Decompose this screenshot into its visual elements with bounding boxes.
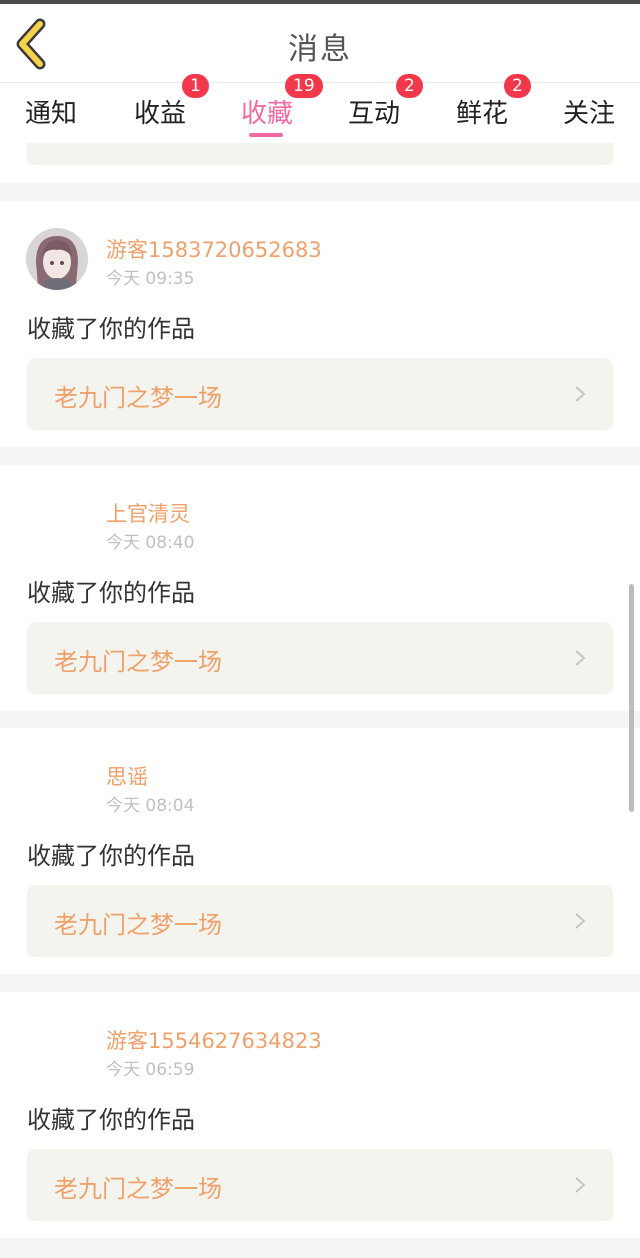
action-text: 收藏了你的作品: [27, 315, 195, 343]
timestamp: 今天 09:35: [106, 269, 195, 289]
work-title: 老九门之梦一场: [54, 384, 222, 412]
user-avatar-image: [26, 228, 88, 290]
message-card: 思谣 今天 08:04 收藏了你的作品 老九门之梦一场: [0, 728, 640, 974]
chevron-right-icon: [575, 650, 586, 666]
username[interactable]: 上官清灵: [106, 498, 190, 528]
tab-earnings[interactable]: 收益: [134, 93, 186, 130]
work-title: 老九门之梦一场: [54, 911, 222, 939]
work-link[interactable]: 老九门之梦一场: [27, 358, 613, 430]
tab-flowers[interactable]: 鲜花: [456, 93, 508, 130]
username[interactable]: 游客1554627634823: [106, 1025, 322, 1055]
action-text: 收藏了你的作品: [27, 579, 195, 607]
avatar[interactable]: [26, 1019, 88, 1081]
flowers-badge: 2: [504, 74, 531, 98]
message-card: 游客1583720652683 今天 09:35 收藏了你的作品 老九门之梦一场: [0, 201, 640, 447]
tab-bar: 通知 收益 收藏 互动 鲜花 关注 1 19 2 2: [0, 74, 640, 143]
chevron-right-icon: [575, 913, 586, 929]
username[interactable]: 思谣: [106, 761, 148, 791]
header-bar: 消息: [0, 4, 640, 83]
chevron-right-icon: [575, 386, 586, 402]
earnings-badge: 1: [182, 74, 209, 98]
tab-favorites[interactable]: 收藏: [241, 93, 293, 130]
timestamp: 今天 08:40: [106, 533, 195, 553]
active-tab-indicator: [249, 133, 283, 137]
previous-message-card-tail: [0, 143, 640, 183]
chevron-right-icon: [575, 1177, 586, 1193]
avatar[interactable]: [26, 228, 88, 290]
tab-interactions[interactable]: 互动: [348, 93, 400, 130]
message-card: 游客1554627634823 今天 06:59 收藏了你的作品 老九门之梦一场: [0, 992, 640, 1238]
work-title: 老九门之梦一场: [54, 1175, 222, 1203]
timestamp: 今天 08:04: [106, 796, 195, 816]
avatar[interactable]: [26, 755, 88, 817]
message-card: 上官清灵 今天 08:40 收藏了你的作品 老九门之梦一场: [0, 465, 640, 711]
tab-follows[interactable]: 关注: [563, 93, 615, 130]
scrollbar[interactable]: [629, 584, 634, 812]
avatar[interactable]: [26, 492, 88, 554]
work-link[interactable]: 老九门之梦一场: [27, 622, 613, 694]
work-link[interactable]: 老九门之梦一场: [27, 885, 613, 957]
work-title: 老九门之梦一场: [54, 648, 222, 676]
username[interactable]: 游客1583720652683: [106, 234, 322, 264]
action-text: 收藏了你的作品: [27, 1106, 195, 1134]
work-link[interactable]: 老九门之梦一场: [27, 1149, 613, 1221]
page-title: 消息: [288, 32, 352, 67]
previous-work-link-tail[interactable]: [27, 143, 613, 165]
tab-notifications[interactable]: 通知: [25, 93, 77, 130]
favorites-badge: 19: [285, 74, 323, 98]
timestamp: 今天 06:59: [106, 1060, 195, 1080]
action-text: 收藏了你的作品: [27, 842, 195, 870]
interactions-badge: 2: [396, 74, 423, 98]
